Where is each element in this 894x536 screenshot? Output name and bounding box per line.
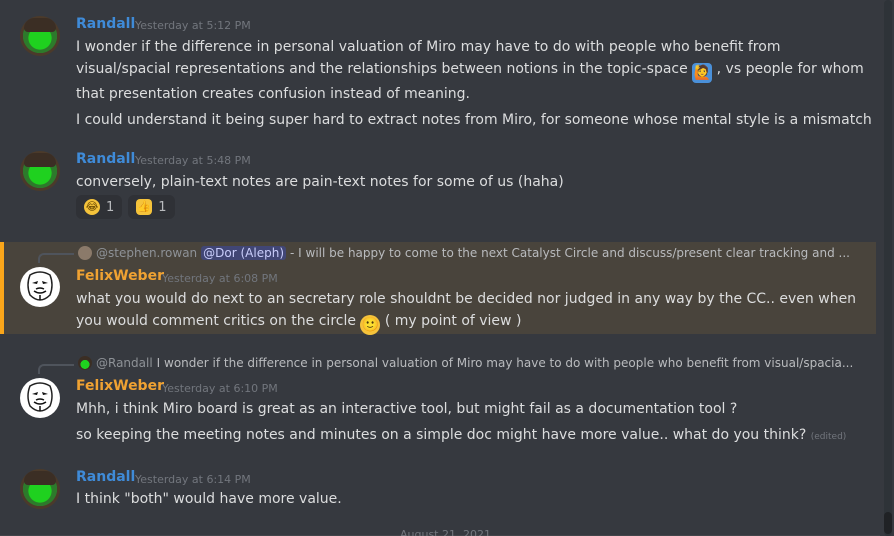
slightly-smiling-face-icon: 🙂	[360, 315, 381, 335]
message-segment: , vs people for whom	[716, 61, 864, 77]
message-line: Mhh, i think Miro board is great as an i…	[76, 401, 738, 417]
mention[interactable]: @Dor (Aleph)	[201, 246, 286, 260]
reaction-joy[interactable]: 😂 1	[76, 195, 123, 219]
message-line: you would comment critics on the circle …	[76, 310, 876, 335]
avatar-felixweber[interactable]	[20, 267, 60, 307]
reply-preview[interactable]: @stephen.rowan @Dor (Aleph) - I will be …	[78, 246, 850, 260]
chat-message-list: Randall Yesterday at 5:12 PM I wonder if…	[0, 0, 894, 536]
reaction-count: 1	[106, 199, 115, 215]
message-segment: visual/spacial representations and the r…	[76, 61, 688, 77]
reply-author[interactable]: @stephen.rowan	[96, 246, 197, 260]
message-line: so keeping the meeting notes and minutes…	[76, 424, 876, 448]
guy-fawkes-mask-icon	[27, 382, 53, 412]
username[interactable]: FelixWeber	[76, 268, 164, 284]
avatar-felixweber[interactable]	[20, 378, 60, 418]
avatar-randall[interactable]	[20, 469, 60, 509]
avatar-stephen-rowan	[78, 246, 92, 260]
avatar-randall[interactable]	[20, 151, 60, 191]
message-text: Mhh, i think Miro board is great as an i…	[76, 398, 876, 448]
timestamp: Yesterday at 6:08 PM	[162, 272, 278, 285]
reply-connector	[38, 253, 74, 263]
message-text: what you would do next to an secretary r…	[76, 288, 876, 335]
username[interactable]: Randall	[76, 16, 135, 32]
message-segment: so keeping the meeting notes and minutes…	[76, 427, 807, 443]
reply-connector	[38, 364, 74, 374]
reply-text: - I will be happy to come to the next Ca…	[290, 246, 850, 260]
person-raising-hand-icon: 🙋	[692, 63, 713, 83]
reaction-count: 1	[158, 199, 167, 215]
timestamp: Yesterday at 6:14 PM	[135, 473, 251, 486]
message-segment: you would comment critics on the circle	[76, 313, 356, 329]
reply-author[interactable]: @Randall	[96, 356, 153, 370]
thumbs-up-icon: 👍	[136, 199, 153, 215]
message-line: I could understand it being super hard t…	[76, 112, 872, 128]
message-line: I wonder if the difference in personal v…	[76, 39, 781, 55]
timestamp: Yesterday at 5:12 PM	[135, 19, 251, 32]
username[interactable]: FelixWeber	[76, 378, 164, 394]
message-segment: ( my point of view )	[384, 313, 522, 329]
message-line: visual/spacial representations and the r…	[76, 58, 876, 83]
reactions-bar: 😂 1 👍 1	[76, 195, 175, 219]
message-text: I think "both" would have more value.	[76, 491, 342, 507]
message-text: I wonder if the difference in personal v…	[76, 36, 876, 131]
username[interactable]: Randall	[76, 469, 135, 485]
date-divider: August 21, 2021	[400, 528, 491, 536]
timestamp: Yesterday at 5:48 PM	[135, 154, 251, 167]
edited-label: (edited)	[810, 432, 847, 442]
message-line: that presentation creates confusion inst…	[76, 86, 470, 102]
timestamp: Yesterday at 6:10 PM	[162, 382, 278, 395]
message-text: conversely, plain-text notes are pain-te…	[76, 174, 564, 190]
reply-preview[interactable]: @Randall I wonder if the difference in p…	[78, 356, 853, 370]
scrollbar-thumb[interactable]	[884, 512, 892, 534]
guy-fawkes-mask-icon	[27, 271, 53, 301]
username[interactable]: Randall	[76, 151, 135, 167]
reaction-thumbs-up[interactable]: 👍 1	[128, 195, 175, 219]
avatar-randall[interactable]	[20, 16, 60, 56]
message-line: what you would do next to an secretary r…	[76, 291, 857, 307]
reply-text: I wonder if the difference in personal v…	[156, 356, 854, 370]
scrollbar-track[interactable]	[884, 0, 892, 536]
face-with-tears-of-joy-icon: 😂	[84, 199, 100, 215]
avatar-randall-small	[78, 356, 92, 370]
